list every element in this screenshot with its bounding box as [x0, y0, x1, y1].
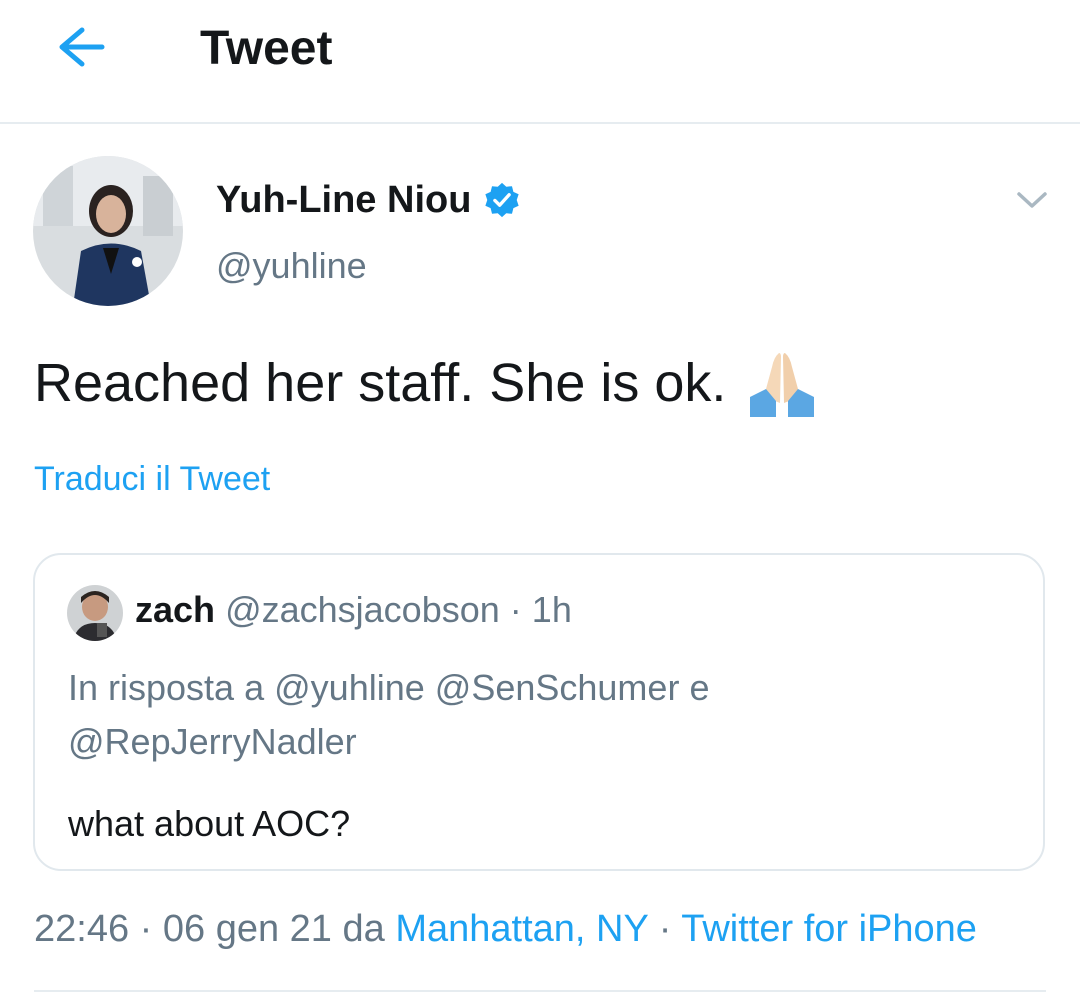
quoted-tweet[interactable]: zach @zachsjacobson · 1h In risposta a @… [33, 553, 1045, 871]
divider [34, 990, 1046, 992]
folded-hands-icon [750, 353, 815, 417]
quoted-text: what about AOC? [68, 803, 351, 844]
author-name-row[interactable]: Yuh-Line Niou [216, 175, 521, 225]
quoted-age: 1h [531, 589, 572, 630]
reply-prefix: In risposta a [68, 667, 265, 708]
top-bar: Tweet [0, 0, 1080, 124]
quoted-reply-context: In risposta a @yuhline @SenSchumer e @Re… [68, 661, 968, 769]
quoted-author-name: zach [135, 589, 216, 630]
from-word: da [342, 908, 385, 950]
arrow-left-icon[interactable] [50, 22, 106, 72]
chevron-down-icon[interactable] [1012, 180, 1052, 220]
tweet-text: Reached her staff. She is ok. [34, 353, 727, 413]
reply-mention: @SenSchumer [434, 667, 680, 708]
source-link[interactable]: Twitter for iPhone [681, 908, 977, 950]
reply-mention: @yuhline [274, 667, 425, 708]
page-title: Tweet [200, 22, 333, 75]
tweet-time: 22:46 [34, 908, 130, 950]
tweet-body: Reached her staff. She is ok. [34, 345, 818, 421]
author-handle[interactable]: @yuhline [216, 245, 367, 287]
author-avatar[interactable] [33, 156, 183, 306]
location-link[interactable]: Manhattan, NY [395, 908, 648, 950]
quoted-author-handle: @zachsjacobson [225, 589, 500, 630]
verified-badge-icon [485, 182, 520, 218]
tweet-date: 06 gen 21 [162, 908, 332, 950]
reply-joiner: e [689, 667, 710, 708]
translate-tweet-link[interactable]: Traduci il Tweet [34, 460, 270, 499]
dot-separator: · [139, 908, 153, 950]
tweet-meta: 22:46 · 06 gen 21 da Manhattan, NY · Twi… [34, 908, 977, 951]
quoted-author-avatar [67, 585, 123, 641]
dot-separator: · [509, 589, 522, 630]
author-name: Yuh-Line Niou [216, 178, 472, 221]
dot-separator: · [658, 908, 672, 950]
reply-mention: @RepJerryNadler [68, 721, 357, 762]
quoted-header: zach @zachsjacobson · 1h [135, 589, 572, 631]
